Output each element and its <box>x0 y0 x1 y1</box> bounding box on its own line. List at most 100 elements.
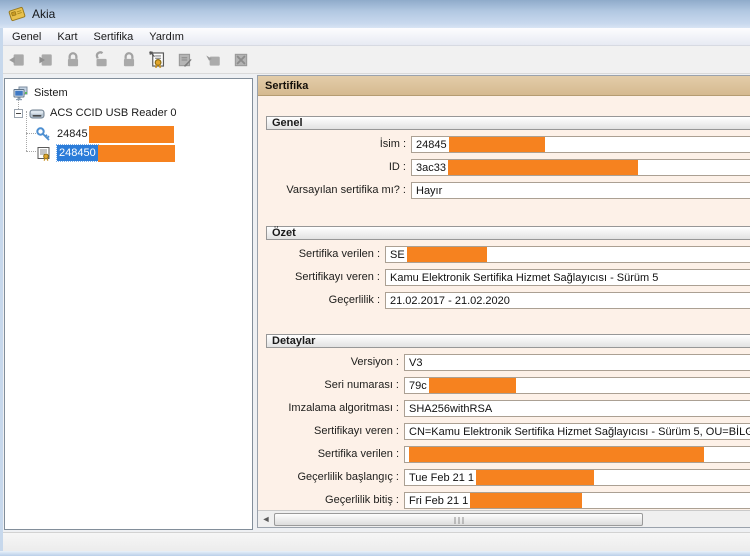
field-label: Sertifika verilen : <box>266 446 404 463</box>
remove-card-icon[interactable] <box>34 49 56 71</box>
field-isim: İsim : 24845 <box>266 136 750 153</box>
title-bar: Akia <box>0 0 750 28</box>
field-imzalama-algoritmasi: Imzalama algoritması : SHA256withRSA <box>266 400 750 417</box>
redaction-block <box>448 160 638 175</box>
horizontal-scrollbar: ◄ <box>258 510 750 527</box>
tree-item-key[interactable]: 24845 <box>36 125 174 143</box>
menu-sertifika[interactable]: Sertifika <box>86 30 142 44</box>
certificate-icon <box>36 146 52 161</box>
section-detaylar: Detaylar Versiyon : V3 Seri numarası : 7… <box>266 334 750 509</box>
delete-certificate-icon[interactable] <box>230 49 252 71</box>
redaction-block <box>449 137 545 152</box>
window-border-bottom <box>0 551 750 556</box>
field-value-box[interactable]: Fri Feb 21 1 <box>404 492 750 509</box>
field-value-box[interactable]: 24845 <box>411 136 750 153</box>
device-tree-panel: Sistem ACS CCID USB Reader 0 24845 <box>4 78 253 530</box>
field-varsayilan: Varsayılan sertifika mı? : Hayır <box>266 182 750 199</box>
section-header: Özet <box>266 226 750 240</box>
tree-item-label: ACS CCID USB Reader 0 <box>50 107 177 119</box>
scroll-left-arrow-icon[interactable]: ◄ <box>258 511 274 527</box>
redaction-block <box>429 378 516 393</box>
field-value-box[interactable]: 3ac33 <box>411 159 750 176</box>
field-value-box[interactable]: SE <box>385 246 750 263</box>
import-certificate-icon[interactable] <box>202 49 224 71</box>
field-value-box[interactable]: SHA256withRSA <box>404 400 750 417</box>
redaction-block <box>476 470 594 485</box>
tree-item-reader[interactable]: ACS CCID USB Reader 0 <box>29 104 177 122</box>
redaction-block <box>98 145 175 162</box>
field-label: Seri numarası : <box>266 377 404 394</box>
redaction-block <box>409 447 704 462</box>
window-border-left <box>0 28 3 556</box>
field-label: Geçerlilik başlangıç : <box>266 469 404 486</box>
field-id: ID : 3ac33 <box>266 159 750 176</box>
tree-connector <box>26 151 36 152</box>
field-value-box[interactable]: 79c <box>404 377 750 394</box>
menu-genel[interactable]: Genel <box>4 30 49 44</box>
field-versiyon: Versiyon : V3 <box>266 354 750 371</box>
field-label: Varsayılan sertifika mı? : <box>266 182 411 199</box>
panel-title-bar: Sertifika <box>258 76 750 96</box>
section-header: Detaylar <box>266 334 750 348</box>
redaction-block <box>407 247 487 262</box>
field-label: Sertifikayı veren : <box>266 423 404 440</box>
field-label: Sertifikayı veren : <box>266 269 385 286</box>
field-value-box[interactable]: Hayır <box>411 182 750 199</box>
field-gecerlilik: Geçerlilik : 21.02.2017 - 21.02.2020 <box>266 292 750 309</box>
toolbar <box>0 46 750 74</box>
status-bar <box>0 532 750 551</box>
field-value-box[interactable]: 21.02.2017 - 21.02.2020 <box>385 292 750 309</box>
tree-connector <box>26 133 36 134</box>
tree-item-system[interactable]: Sistem <box>13 84 68 102</box>
window-title: Akia <box>32 7 55 21</box>
menu-yardim[interactable]: Yardım <box>141 30 192 44</box>
tree-item-certificate-selected[interactable]: 248450 <box>36 144 175 162</box>
field-seri-numarasi: Seri numarası : 79c <box>266 377 750 394</box>
certificate-details: Genel İsim : 24845 ID : 3ac33 <box>258 96 750 511</box>
scrollbar-thumb[interactable] <box>274 513 643 526</box>
section-header: Genel <box>266 116 750 130</box>
field-value-box[interactable] <box>404 446 750 463</box>
field-label: ID : <box>266 159 411 176</box>
tree-connector <box>26 111 27 151</box>
field-value-box[interactable]: V3 <box>404 354 750 371</box>
tree-item-label: 248450 <box>57 145 98 161</box>
field-label: Geçerlilik : <box>266 292 385 309</box>
field-gecerlilik-baslangic: Geçerlilik başlangıç : Tue Feb 21 1 <box>266 469 750 486</box>
redaction-block <box>89 126 174 143</box>
lock-card-icon[interactable] <box>62 49 84 71</box>
menu-bar: Genel Kart Sertifika Yardım <box>0 28 750 46</box>
field-sertifika-verilen: Sertifika verilen : SE <box>266 246 750 263</box>
field-label: Versiyon : <box>266 354 404 371</box>
field-label: Geçerlilik bitiş : <box>266 492 404 509</box>
app-window: Akia Genel Kart Sertifika Yardım <box>0 0 750 556</box>
redaction-block <box>470 493 582 508</box>
scrollbar-grip-icon <box>454 517 463 524</box>
app-icon <box>8 6 26 22</box>
field-label: Sertifika verilen : <box>266 246 385 263</box>
field-sertifika-verilen-dn: Sertifika verilen : <box>266 446 750 463</box>
section-title: Özet <box>272 227 296 239</box>
section-genel: Genel İsim : 24845 ID : 3ac33 <box>266 116 750 199</box>
insert-card-icon[interactable] <box>6 49 28 71</box>
unlock-card-icon[interactable] <box>90 49 112 71</box>
field-value-box[interactable]: CN=Kamu Elektronik Sertifika Hizmet Sağl… <box>404 423 750 440</box>
collapse-toggle[interactable] <box>14 109 23 118</box>
field-gecerlilik-bitis: Geçerlilik bitiş : Fri Feb 21 1 <box>266 492 750 509</box>
tree-item-label: 24845 <box>57 128 88 140</box>
field-value-box[interactable]: Tue Feb 21 1 <box>404 469 750 486</box>
field-value-box[interactable]: Kamu Elektronik Sertifika Hizmet Sağlayı… <box>385 269 750 286</box>
computer-icon <box>13 86 29 101</box>
change-pin-icon[interactable] <box>118 49 140 71</box>
card-reader-icon <box>29 106 45 121</box>
main-area: Sistem ACS CCID USB Reader 0 24845 <box>0 74 750 532</box>
field-label: Imzalama algoritması : <box>266 400 404 417</box>
section-title: Detaylar <box>272 335 315 347</box>
sign-certificate-icon[interactable] <box>174 49 196 71</box>
menu-kart[interactable]: Kart <box>49 30 85 44</box>
key-icon <box>36 127 52 142</box>
show-certificate-icon[interactable] <box>146 49 168 71</box>
certificate-panel: Sertifika Genel İsim : 24845 <box>257 75 750 528</box>
field-sertifikayi-veren: Sertifikayı veren : Kamu Elektronik Sert… <box>266 269 750 286</box>
section-title: Genel <box>272 117 303 129</box>
